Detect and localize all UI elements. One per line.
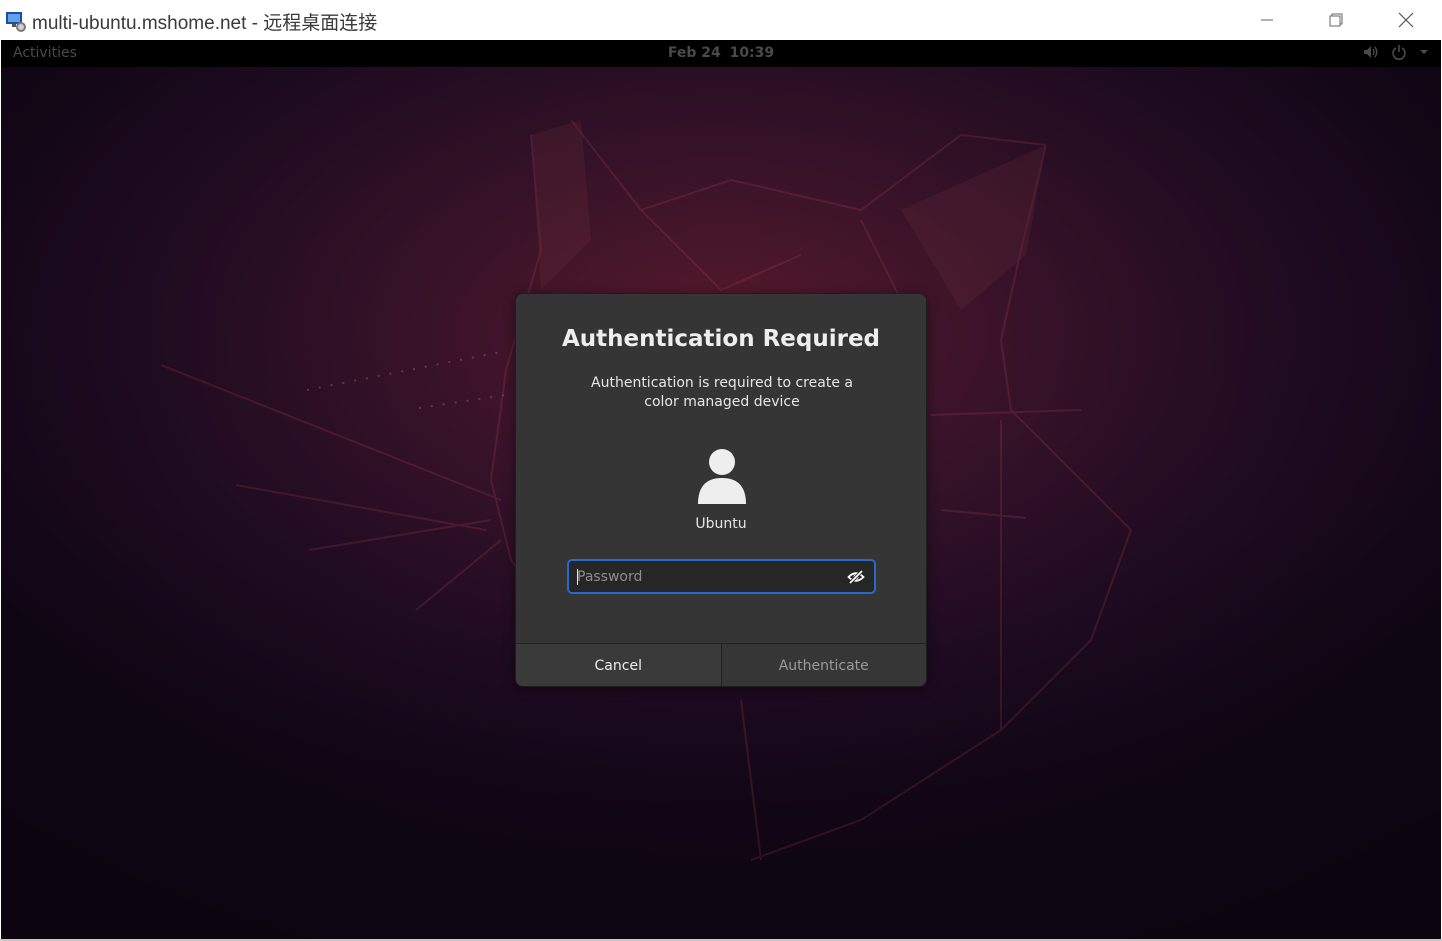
eye-hidden-icon[interactable]: [847, 568, 865, 586]
gnome-top-bar: Activities Feb 24 10:39: [1, 40, 1441, 67]
system-menu[interactable]: [1363, 44, 1429, 60]
dialog-title: Authentication Required: [561, 326, 881, 352]
chevron-down-icon: [1420, 50, 1428, 54]
password-field[interactable]: [567, 559, 876, 594]
window-titlebar: multi-ubuntu.mshome.net - 远程桌面连接: [0, 0, 1442, 40]
close-icon: [1398, 12, 1414, 28]
clock-date: Feb 24: [667, 45, 721, 61]
minimize-icon: [1261, 19, 1273, 21]
dialog-button-bar: Cancel Authenticate: [516, 643, 926, 686]
remote-desktop: Activities Feb 24 10:39 Authentication R…: [1, 40, 1441, 940]
dialog-description: Authentication is required to create a c…: [591, 375, 853, 410]
authenticate-button[interactable]: Authenticate: [721, 644, 926, 686]
power-icon: [1392, 45, 1406, 60]
restore-icon: [1329, 13, 1343, 27]
user-avatar-icon: [698, 449, 746, 504]
clock-time: 10:39: [729, 45, 775, 61]
authentication-dialog: Authentication Required Authentication i…: [515, 293, 927, 687]
window-title: multi-ubuntu.mshome.net - 远程桌面连接: [32, 13, 378, 34]
text-caret: [577, 569, 578, 585]
password-input[interactable]: [577, 561, 839, 592]
restore-button[interactable]: [1301, 0, 1371, 40]
user-name: Ubuntu: [695, 516, 747, 532]
cancel-button[interactable]: Cancel: [516, 644, 722, 686]
volume-icon: [1364, 46, 1378, 58]
remote-desktop-app-icon: [4, 9, 28, 33]
minimize-button[interactable]: [1232, 0, 1302, 40]
close-button[interactable]: [1371, 0, 1441, 40]
clock[interactable]: Feb 24 10:39: [1, 45, 1441, 61]
